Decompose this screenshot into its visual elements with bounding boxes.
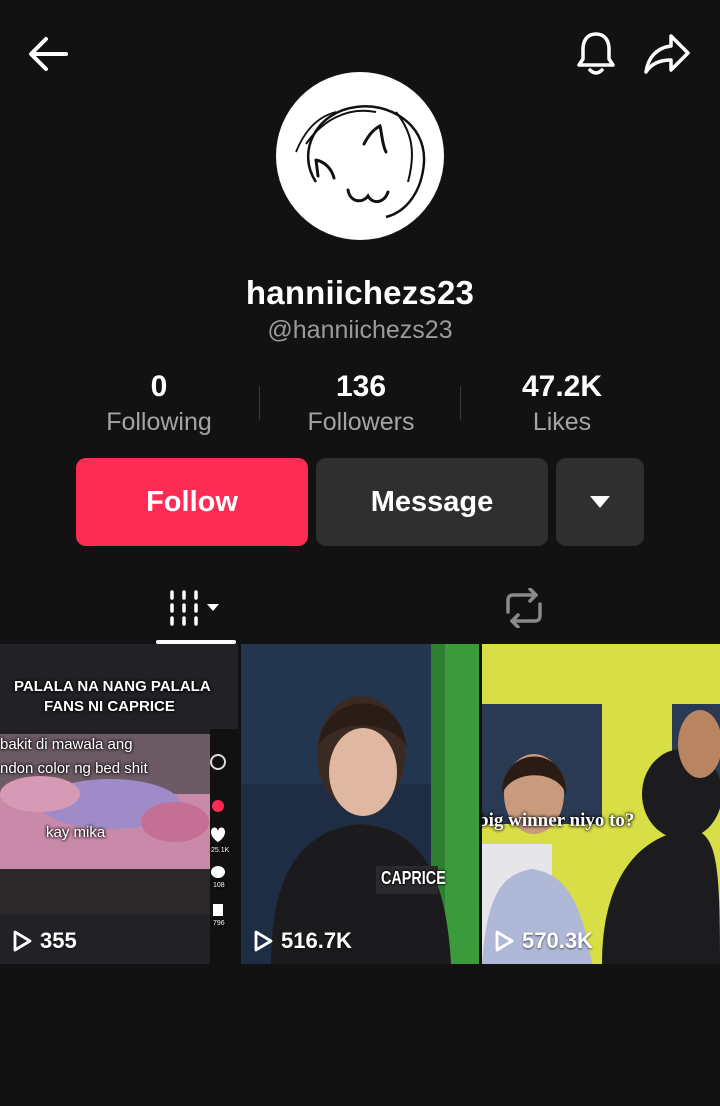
content-tabs xyxy=(0,570,720,646)
suggested-accounts-button[interactable] xyxy=(556,458,644,546)
stat-divider xyxy=(460,386,461,420)
video-caption: big winner niyo to? xyxy=(482,810,635,831)
back-button[interactable] xyxy=(24,30,72,78)
tab-videos[interactable] xyxy=(156,570,236,646)
side-comment-count: 108 xyxy=(213,882,225,889)
username-handle: @hanniichezs23 xyxy=(267,316,453,344)
following-stat[interactable]: 0 Following xyxy=(59,370,259,437)
view-count: 516.7K xyxy=(253,928,352,954)
grid-videos-icon xyxy=(170,590,219,626)
share-icon xyxy=(644,34,690,74)
stat-divider xyxy=(259,386,260,420)
video-caption: bakit di mawala ang xyxy=(0,736,133,753)
notifications-button[interactable] xyxy=(572,28,620,78)
followers-count: 136 xyxy=(335,370,387,403)
repost-icon xyxy=(506,588,542,628)
view-count: 355 xyxy=(12,928,77,954)
following-count: 0 xyxy=(150,370,168,403)
play-icon xyxy=(13,930,32,952)
tab-reposts[interactable] xyxy=(484,570,564,646)
play-icon xyxy=(495,930,514,952)
avatar[interactable] xyxy=(276,72,444,240)
chevron-down-icon xyxy=(207,604,219,611)
view-count-value: 516.7K xyxy=(281,928,352,953)
video-thumbnail[interactable]: big winner niyo to? 570.3K xyxy=(482,644,720,964)
side-save-count: 796 xyxy=(213,920,225,927)
video-thumbnail[interactable]: CAPRICE 516.7K xyxy=(241,644,479,964)
display-name: hanniichezs23 xyxy=(245,274,475,311)
video-caption: ndon color ng bed shit xyxy=(0,760,148,777)
video-thumbnail-image xyxy=(482,644,720,964)
likes-stat[interactable]: 47.2K Likes xyxy=(462,370,662,437)
following-label: Following xyxy=(106,408,212,436)
chevron-down-icon xyxy=(590,496,610,508)
video-thumbnail[interactable]: PALALA NA NANG PALALA FANS NI CAPRICE ba… xyxy=(0,644,238,964)
follow-button[interactable]: Follow xyxy=(76,458,308,546)
jersey-text: CAPRICE xyxy=(381,868,446,888)
video-caption: kay mika xyxy=(46,824,106,841)
likes-count: 47.2K xyxy=(521,370,603,403)
bell-icon xyxy=(577,32,615,75)
video-caption: PALALA NA NANG PALALA xyxy=(14,678,211,695)
share-button[interactable] xyxy=(642,30,692,78)
video-grid: PALALA NA NANG PALALA FANS NI CAPRICE ba… xyxy=(0,644,720,964)
avatar-doodle-image xyxy=(295,105,426,219)
followers-stat[interactable]: 136 Followers xyxy=(261,370,461,437)
profile-stats: 0 Following 136 Followers 47.2K Likes xyxy=(0,370,720,440)
play-icon xyxy=(254,930,273,952)
view-count: 570.3K xyxy=(494,928,593,954)
likes-label: Likes xyxy=(532,408,592,436)
side-like-count: 25.1K xyxy=(211,847,230,854)
video-thumbnail-image xyxy=(241,644,479,964)
video-caption: FANS NI CAPRICE xyxy=(44,698,175,715)
back-arrow-icon xyxy=(29,37,68,71)
view-count-value: 570.3K xyxy=(522,928,593,953)
message-button[interactable]: Message xyxy=(316,458,548,546)
followers-label: Followers xyxy=(307,408,415,436)
view-count-value: 355 xyxy=(40,928,77,953)
